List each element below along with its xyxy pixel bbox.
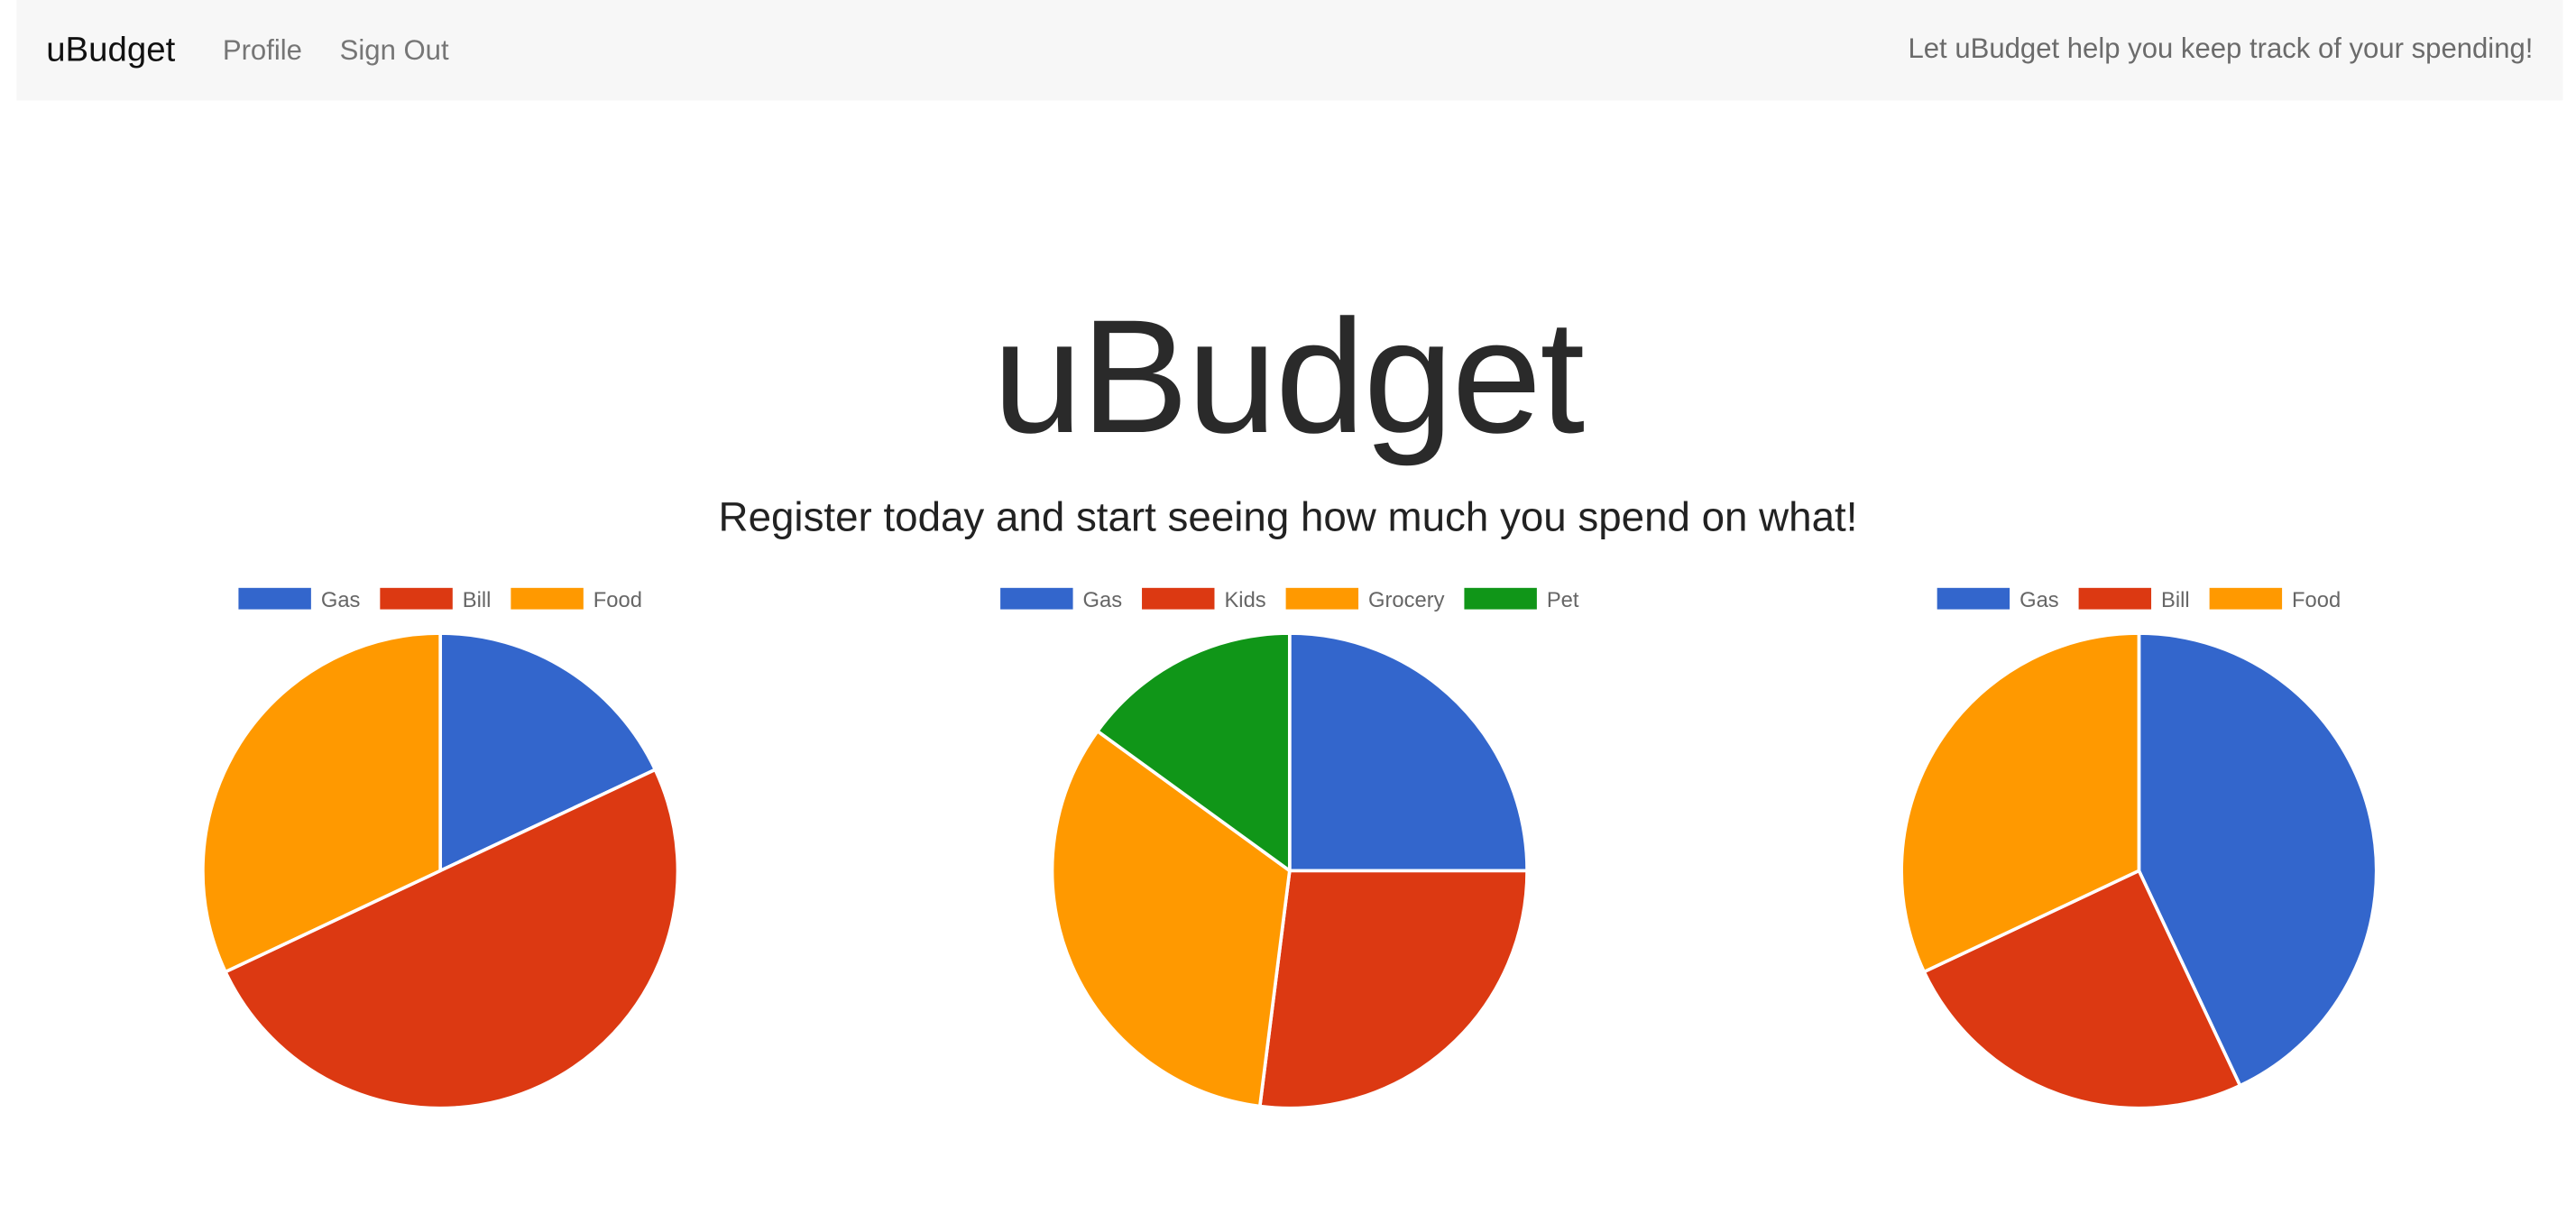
legend-swatch-gas[interactable]	[1937, 587, 2010, 610]
pie-chart-1: Gas Bill Food	[201, 587, 680, 1110]
page: uBudget Profile Sign Out Let uBudget hel…	[0, 0, 2576, 1214]
legend-label-bill[interactable]: Bill	[463, 588, 492, 612]
navbar-tagline: Let uBudget help you keep track of your …	[1908, 32, 2534, 65]
legend-swatch-bill[interactable]	[2078, 587, 2152, 610]
pie-chart-2: Gas Kids Grocery Pet	[1000, 587, 1579, 1110]
pie-slice-gas[interactable]	[1287, 631, 1529, 873]
legend-label-kids[interactable]: Kids	[1224, 588, 1265, 612]
legend-label-gas[interactable]: Gas	[2019, 588, 2059, 612]
legend-label-pet[interactable]: Pet	[1547, 588, 1579, 612]
legend-swatch-bill[interactable]	[380, 587, 453, 610]
legend-label-grocery[interactable]: Grocery	[1368, 588, 1445, 612]
legend-label-food[interactable]: Food	[2292, 588, 2341, 612]
page-subtitle: Register today and start seeing how much…	[718, 494, 1858, 541]
legend-swatch-gas[interactable]	[238, 587, 311, 610]
legend-label-food[interactable]: Food	[593, 588, 642, 612]
legend-label-gas[interactable]: Gas	[1083, 588, 1123, 612]
nav-link-profile[interactable]: Profile	[223, 33, 302, 69]
legend-swatch-grocery[interactable]	[1285, 587, 1359, 610]
page-title: uBudget	[992, 285, 1586, 467]
pie-chart-3: Gas Bill Food	[1900, 587, 2378, 1110]
legend-swatch-pet[interactable]	[1464, 587, 1537, 610]
legend-swatch-food[interactable]	[511, 587, 584, 610]
navbar: uBudget Profile Sign Out Let uBudget hel…	[16, 0, 2563, 101]
legend-label-bill[interactable]: Bill	[2161, 588, 2190, 612]
brand-link[interactable]: uBudget	[46, 30, 175, 73]
nav-link-sign-out[interactable]: Sign Out	[340, 33, 449, 69]
legend-swatch-gas[interactable]	[1000, 587, 1073, 610]
pie-slice-kids[interactable]	[1257, 869, 1529, 1110]
legend-swatch-kids[interactable]	[1142, 587, 1215, 610]
legend-label-gas[interactable]: Gas	[321, 588, 361, 612]
legend-swatch-food[interactable]	[2209, 587, 2283, 610]
